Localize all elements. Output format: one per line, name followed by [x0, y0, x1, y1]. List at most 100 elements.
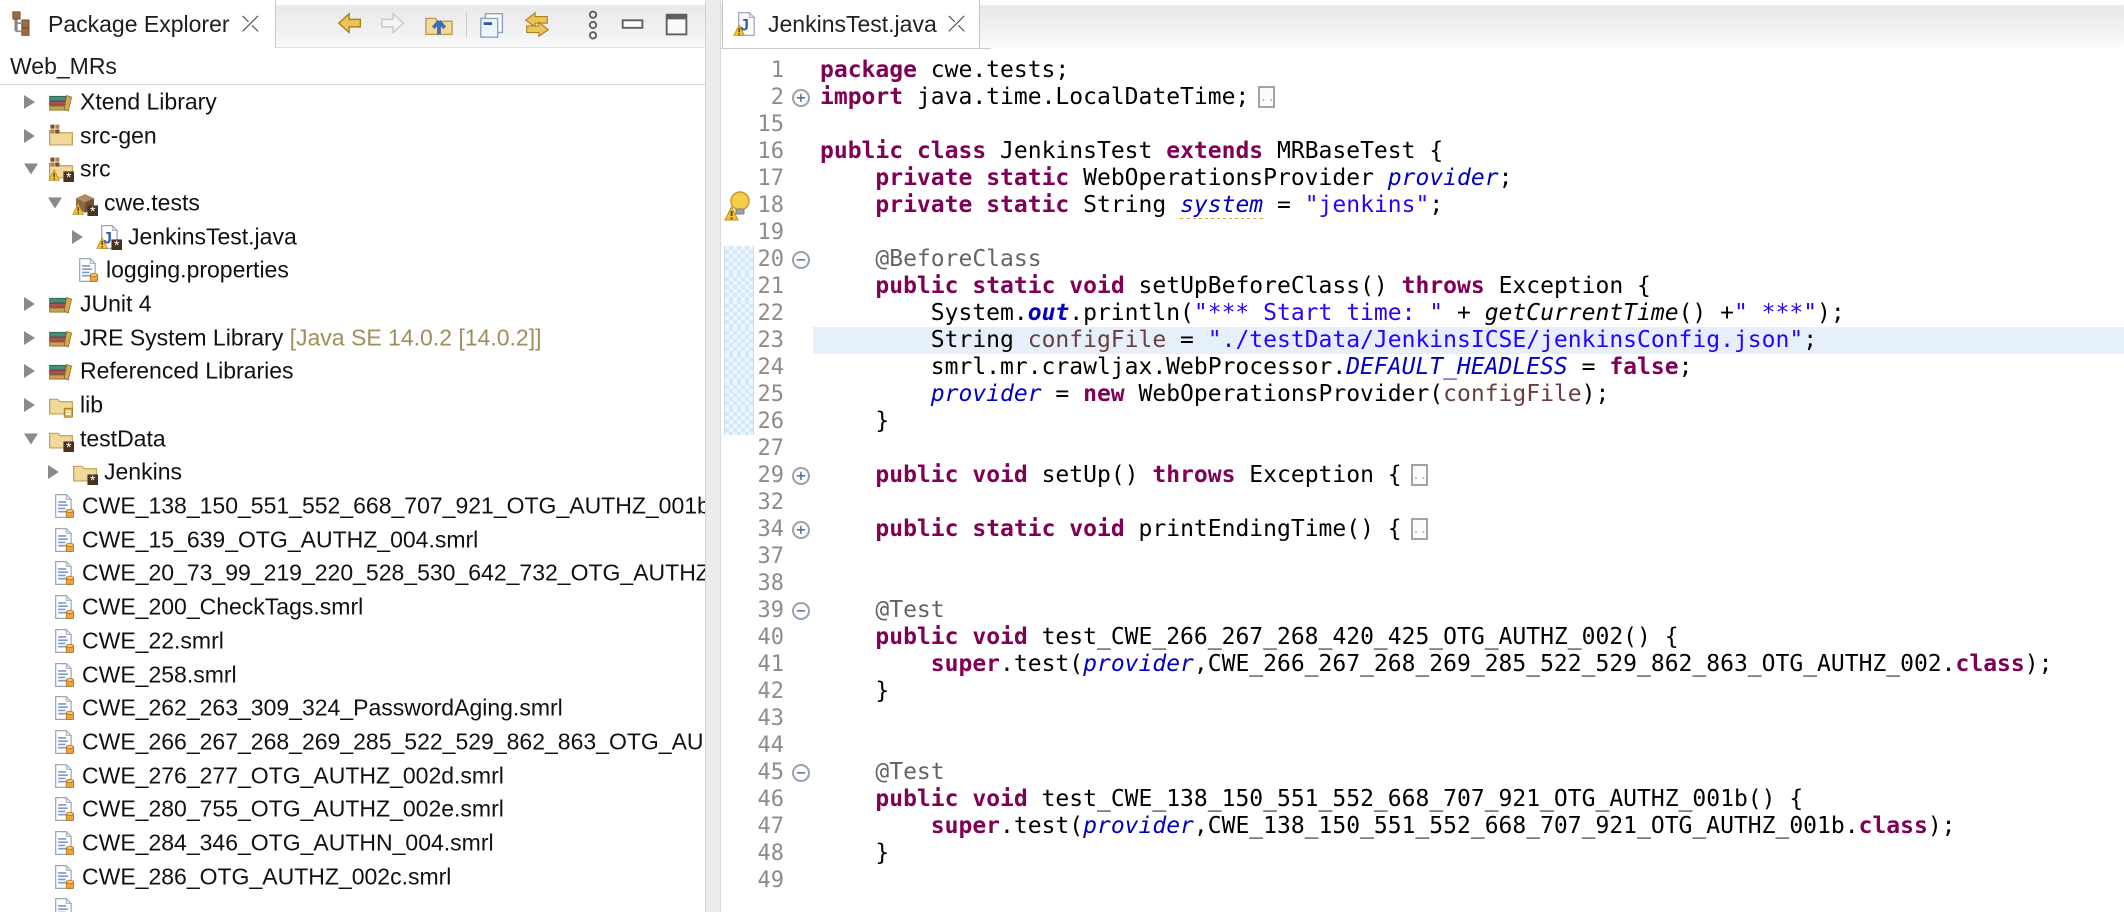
tree-item-cwe-286-otg-authz-002c-smrl[interactable]: CWE_286_OTG_AUTHZ_002c.smrl — [0, 860, 705, 894]
tree-item-cwe-266-267-268-269-285-522-529-862-863-[interactable]: CWE_266_267_268_269_285_522_529_862_863_… — [0, 725, 705, 759]
fold-ruler[interactable] — [789, 165, 813, 192]
tree-item-jenkins[interactable]: *Jenkins — [0, 456, 705, 490]
tree-item-cwe-262-263-309-324-passwordaging-smrl[interactable]: CWE_262_263_309_324_PasswordAging.smrl — [0, 691, 705, 725]
annotation-ruler[interactable] — [721, 408, 757, 435]
back-button[interactable] — [334, 8, 368, 42]
fold-ruler[interactable] — [789, 732, 813, 759]
collapse-arrow-icon[interactable] — [48, 197, 62, 208]
expand-arrow-icon[interactable] — [24, 297, 35, 311]
tree-item[interactable] — [0, 894, 705, 912]
annotation-ruler[interactable] — [721, 111, 757, 138]
annotation-ruler[interactable] — [721, 867, 757, 894]
annotation-ruler[interactable] — [721, 624, 757, 651]
fold-ruler[interactable] — [789, 489, 813, 516]
code-text[interactable] — [813, 111, 2124, 138]
view-menu-button[interactable] — [576, 8, 610, 42]
tab-jenkinstest-java[interactable]: J JenkinsTest.java ⤫ — [722, 0, 980, 48]
fold-ruler[interactable]: − — [789, 246, 813, 273]
fold-ruler[interactable]: + — [789, 84, 813, 111]
code-text[interactable]: @Test — [813, 597, 2124, 624]
fold-ruler[interactable] — [789, 624, 813, 651]
expand-arrow-icon[interactable] — [24, 95, 35, 109]
fold-ruler[interactable]: − — [789, 759, 813, 786]
fold-collapse-icon[interactable]: − — [792, 251, 810, 269]
maximize-button[interactable] — [660, 8, 694, 42]
annotation-ruler[interactable] — [721, 165, 757, 192]
fold-expand-icon[interactable]: + — [792, 521, 810, 539]
code-text[interactable]: @BeforeClass — [813, 246, 2124, 273]
tree-item-junit-4[interactable]: JUnit 4 — [0, 287, 705, 321]
tab-package-explorer[interactable]: Package Explorer ⤫ — [0, 0, 276, 48]
fold-ruler[interactable] — [789, 840, 813, 867]
folded-region-box-icon[interactable]: .. — [1411, 518, 1428, 540]
panel-sash[interactable] — [705, 0, 721, 912]
annotation-ruler[interactable] — [721, 84, 757, 111]
annotation-ruler[interactable] — [721, 462, 757, 489]
annotation-ruler[interactable] — [721, 219, 757, 246]
fold-ruler[interactable] — [789, 543, 813, 570]
code-text[interactable] — [813, 705, 2124, 732]
code-text[interactable]: super.test(provider,CWE_138_150_551_552_… — [813, 813, 2124, 840]
fold-ruler[interactable] — [789, 138, 813, 165]
code-area[interactable]: 1package cwe.tests;2+import java.time.Lo… — [721, 57, 2124, 894]
close-icon[interactable]: ⤫ — [240, 13, 262, 35]
fold-ruler[interactable] — [789, 867, 813, 894]
fold-ruler[interactable] — [789, 354, 813, 381]
tree-item-cwe-276-277-otg-authz-002d-smrl[interactable]: CWE_276_277_OTG_AUTHZ_002d.smrl — [0, 759, 705, 793]
code-text[interactable]: } — [813, 840, 2124, 867]
expand-arrow-icon[interactable] — [24, 364, 35, 378]
annotation-ruler[interactable] — [721, 516, 757, 543]
fold-collapse-icon[interactable]: − — [792, 764, 810, 782]
annotation-ruler[interactable] — [721, 273, 757, 300]
expand-arrow-icon[interactable] — [24, 331, 35, 345]
tree-item-cwe-tests[interactable]: *cwe.tests — [0, 186, 705, 220]
fold-ruler[interactable] — [789, 111, 813, 138]
tree-item-cwe-138-150-551-552-668-707-921-otg-auth[interactable]: CWE_138_150_551_552_668_707_921_OTG_AUTH… — [0, 489, 705, 523]
code-text[interactable]: System.out.println("*** Start time: " + … — [813, 300, 2124, 327]
code-text[interactable] — [813, 570, 2124, 597]
annotation-ruler[interactable] — [721, 759, 757, 786]
code-text[interactable] — [813, 732, 2124, 759]
fold-ruler[interactable]: − — [789, 597, 813, 624]
code-text[interactable]: public void setUp() throws Exception {.. — [813, 462, 2124, 489]
annotation-ruler[interactable] — [721, 435, 757, 462]
fold-ruler[interactable] — [789, 273, 813, 300]
annotation-ruler[interactable] — [721, 354, 757, 381]
annotation-ruler[interactable] — [721, 732, 757, 759]
code-text[interactable]: super.test(provider,CWE_266_267_268_269_… — [813, 651, 2124, 678]
code-text[interactable]: smrl.mr.crawljax.WebProcessor.DEFAULT_HE… — [813, 354, 2124, 381]
code-text[interactable] — [813, 867, 2124, 894]
annotation-ruler[interactable] — [721, 192, 757, 219]
fold-ruler[interactable] — [789, 570, 813, 597]
code-text[interactable]: package cwe.tests; — [813, 57, 2124, 84]
code-text[interactable]: import java.time.LocalDateTime;.. — [813, 84, 2124, 111]
annotation-ruler[interactable] — [721, 246, 757, 273]
tree-item-cwe-280-755-otg-authz-002e-smrl[interactable]: CWE_280_755_OTG_AUTHZ_002e.smrl — [0, 792, 705, 826]
annotation-ruler[interactable] — [721, 138, 757, 165]
fold-ruler[interactable] — [789, 192, 813, 219]
fold-collapse-icon[interactable]: − — [792, 602, 810, 620]
code-text[interactable]: @Test — [813, 759, 2124, 786]
folded-region-box-icon[interactable]: .. — [1411, 464, 1428, 486]
annotation-ruler[interactable] — [721, 786, 757, 813]
code-text[interactable]: public void test_CWE_266_267_268_420_425… — [813, 624, 2124, 651]
tree-item-referenced-libraries[interactable]: Referenced Libraries — [0, 355, 705, 389]
code-text[interactable] — [813, 435, 2124, 462]
tree-item-src[interactable]: *src — [0, 152, 705, 186]
tree-item-cwe-22-smrl[interactable]: CWE_22.smrl — [0, 624, 705, 658]
tree-item-cwe-15-639-otg-authz-004-smrl[interactable]: CWE_15_639_OTG_AUTHZ_004.smrl — [0, 523, 705, 557]
tree-item-cwe-284-346-otg-authn-004-smrl[interactable]: CWE_284_346_OTG_AUTHN_004.smrl — [0, 826, 705, 860]
code-text[interactable]: public static void printEndingTime() {.. — [813, 516, 2124, 543]
fold-ruler[interactable] — [789, 57, 813, 84]
tree-item-testdata[interactable]: *testData — [0, 422, 705, 456]
code-text[interactable]: public void test_CWE_138_150_551_552_668… — [813, 786, 2124, 813]
fold-ruler[interactable] — [789, 327, 813, 354]
fold-ruler[interactable] — [789, 435, 813, 462]
tree-item-logging-properties[interactable]: logging.properties — [0, 253, 705, 287]
collapse-all-button[interactable] — [476, 8, 510, 42]
bulb-warning-icon[interactable] — [723, 190, 755, 222]
annotation-ruler[interactable] — [721, 489, 757, 516]
collapse-arrow-icon[interactable] — [24, 164, 38, 175]
fold-ruler[interactable] — [789, 813, 813, 840]
tree-item-src-gen[interactable]: src-gen — [0, 119, 705, 153]
